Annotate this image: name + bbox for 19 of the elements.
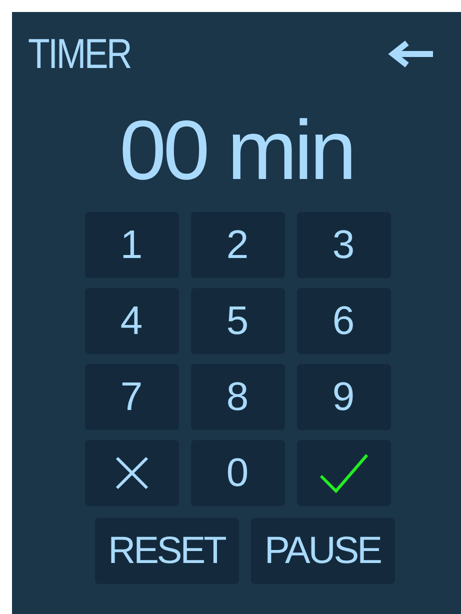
app-title: TIMER [28,30,131,78]
action-button[interactable]: RESET [94,518,238,584]
digit-key[interactable]: 6 [296,288,390,354]
check-icon [318,452,368,494]
timer-display: 00 min [118,102,355,199]
digit-key[interactable]: 5 [190,288,284,354]
digit-key[interactable]: 4 [84,288,178,354]
digit-key[interactable]: 2 [190,212,284,278]
close-icon [114,455,150,491]
digit-key[interactable]: 9 [296,364,390,430]
confirm-key[interactable] [296,440,390,506]
back-arrow-icon[interactable] [387,40,435,68]
action-button[interactable]: PAUSE [250,518,394,584]
digit-key[interactable]: 0 [190,440,284,506]
digit-key[interactable]: 8 [190,364,284,430]
digit-key[interactable]: 3 [296,212,390,278]
digit-key[interactable]: 1 [84,212,178,278]
digit-key[interactable]: 7 [84,364,178,430]
clear-key[interactable] [84,440,178,506]
